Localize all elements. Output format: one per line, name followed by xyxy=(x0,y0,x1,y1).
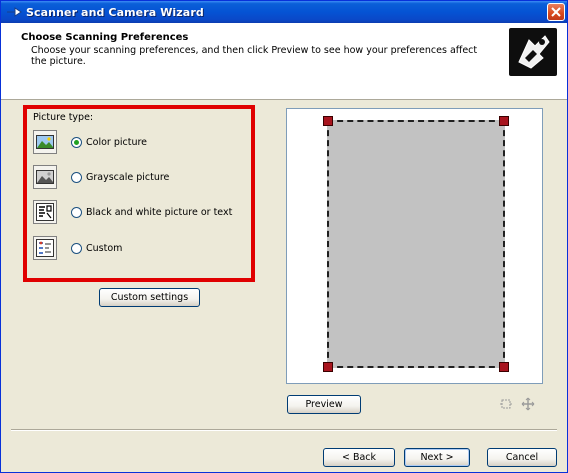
picture-type-label: Picture type: xyxy=(33,112,94,123)
radio-custom[interactable] xyxy=(71,242,82,254)
color-picture-icon[interactable] xyxy=(33,130,57,154)
window-title: Scanner and Camera Wizard xyxy=(26,5,204,19)
radio-grayscale-picture[interactable] xyxy=(71,171,82,183)
option-color-picture[interactable]: Color picture xyxy=(33,129,255,155)
preview-button[interactable]: Preview xyxy=(287,395,361,414)
grayscale-picture-icon[interactable] xyxy=(33,165,57,189)
zoom-tools xyxy=(499,397,535,411)
wizard-logo xyxy=(509,28,557,76)
custom-settings-glyph xyxy=(36,239,54,257)
next-button[interactable]: Next > xyxy=(404,448,470,467)
custom-settings-button[interactable]: Custom settings xyxy=(99,288,200,307)
preview-pane xyxy=(286,108,543,384)
option-black-white-picture[interactable]: Black and white picture or text xyxy=(33,199,255,225)
option-label: Custom xyxy=(86,242,123,254)
close-button[interactable] xyxy=(547,3,565,21)
crop-handle-bottom-right[interactable] xyxy=(499,362,509,372)
enlarge-preview-icon[interactable] xyxy=(499,398,513,410)
close-icon xyxy=(551,7,561,17)
radio-color-picture[interactable] xyxy=(71,136,82,148)
cancel-button[interactable]: Cancel xyxy=(487,448,557,467)
option-label: Black and white picture or text xyxy=(86,206,233,218)
landscape-color-glyph xyxy=(36,135,54,149)
wizard-window: Scanner and Camera Wizard Choose Scannin… xyxy=(0,0,568,473)
footer-divider xyxy=(11,429,557,431)
crop-handle-bottom-left[interactable] xyxy=(323,362,333,372)
title-bar[interactable]: Scanner and Camera Wizard xyxy=(1,1,567,23)
scanner-arrow-icon xyxy=(7,7,22,17)
option-label: Color picture xyxy=(86,136,148,148)
landscape-gray-glyph xyxy=(36,170,54,184)
option-grayscale-picture[interactable]: Grayscale picture xyxy=(33,164,255,190)
wizard-header: Choose Scanning Preferences Choose your … xyxy=(1,23,567,100)
black-white-picture-icon[interactable] xyxy=(33,200,57,224)
text-document-glyph xyxy=(36,203,54,221)
radio-black-white-picture[interactable] xyxy=(71,206,82,218)
option-label: Grayscale picture xyxy=(86,171,170,183)
picture-type-group: Picture type: Color picture Grayscale pi… xyxy=(23,105,255,282)
camera-scanner-icon xyxy=(518,35,550,69)
fit-preview-icon[interactable] xyxy=(521,397,535,411)
crop-handle-top-right[interactable] xyxy=(499,116,509,126)
option-custom[interactable]: Custom xyxy=(33,235,255,261)
wizard-content: Picture type: Color picture Grayscale pi… xyxy=(1,101,567,431)
page-title: Choose Scanning Preferences xyxy=(21,32,189,43)
custom-icon[interactable] xyxy=(33,236,57,260)
crop-handle-top-left[interactable] xyxy=(323,116,333,126)
scan-selection-area[interactable] xyxy=(323,116,509,372)
back-button[interactable]: < Back xyxy=(323,448,395,467)
page-description: Choose your scanning preferences, and th… xyxy=(31,45,478,67)
